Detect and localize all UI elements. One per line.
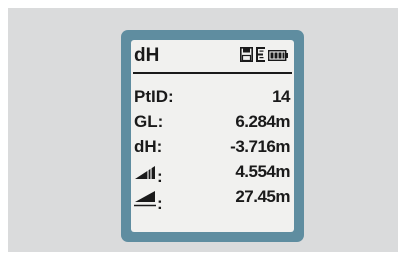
status-icons (240, 47, 288, 67)
screen-title: dH (134, 45, 160, 66)
row-ptid: PtID: 14 (134, 87, 290, 111)
row-slope-vertical: : 4.554m (134, 162, 290, 186)
row-value: 27.45m (235, 187, 290, 206)
save-icon (240, 47, 253, 67)
row-value: 14 (272, 87, 290, 106)
row-label: GL: (134, 112, 164, 131)
header-divider (133, 72, 292, 74)
battery-icon (267, 48, 288, 66)
row-value: -3.716m (230, 137, 290, 156)
screen-header: dH (131, 40, 294, 70)
row-dh: dH: -3.716m (134, 137, 290, 161)
memory-icon (256, 47, 265, 67)
background-panel: dH PtID: 14 GL: 6.284m dH: -3.716m: 4.5… (8, 8, 398, 252)
row-value: 4.554m (235, 162, 290, 181)
device-frame: dH PtID: 14 GL: 6.284m dH: -3.716m: 4.5… (121, 30, 304, 242)
row-label: : (157, 167, 163, 186)
row-gl: GL: 6.284m (134, 112, 290, 136)
lcd-screen: dH PtID: 14 GL: 6.284m dH: -3.716m: 4.5… (131, 40, 294, 232)
row-label: : (157, 194, 163, 213)
row-label: dH: (134, 137, 163, 156)
slope-horizontal-icon (134, 190, 156, 212)
slope-vertical-icon (134, 165, 156, 185)
row-value: 6.284m (235, 112, 290, 131)
row-slope-horizontal: : 27.45m (134, 187, 290, 213)
row-label: PtID: (134, 87, 174, 106)
